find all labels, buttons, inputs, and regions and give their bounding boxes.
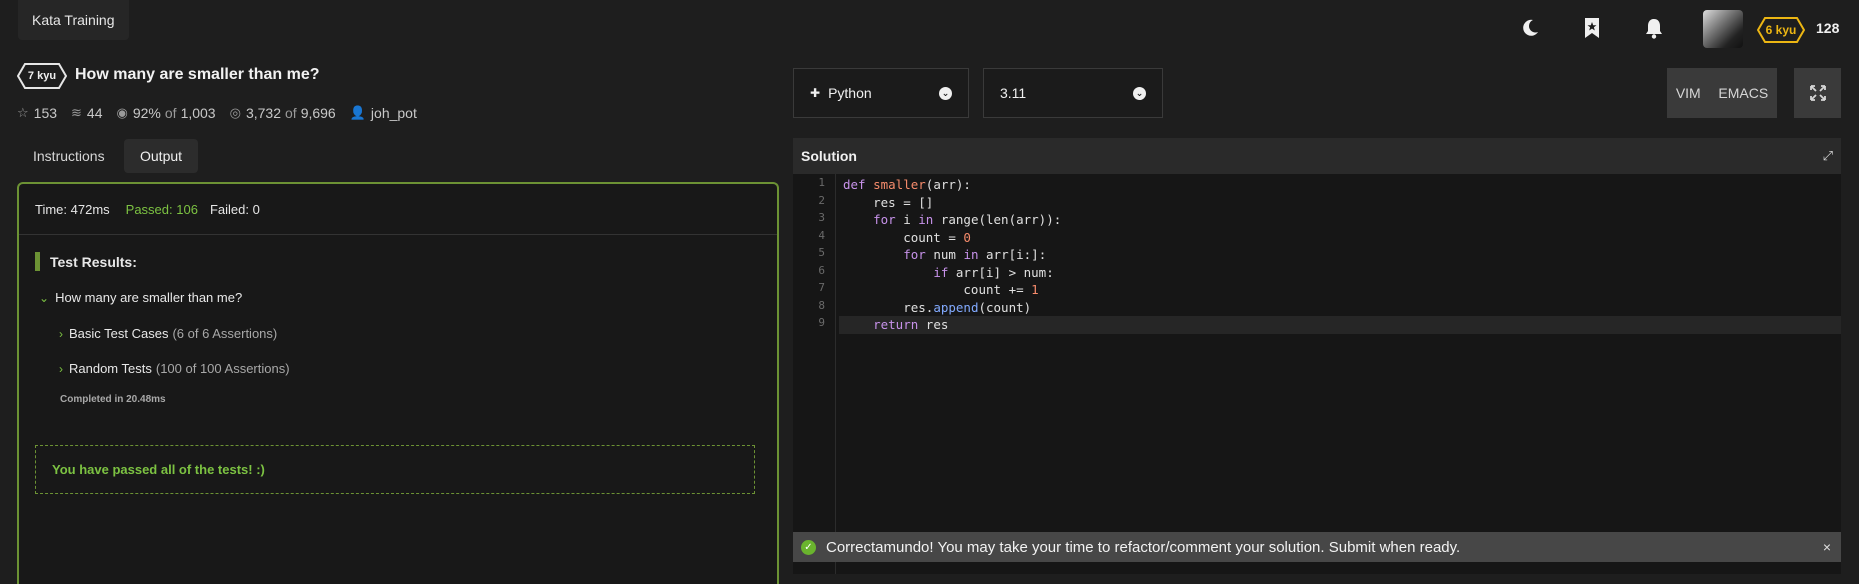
code-line[interactable]: for i in range(len(arr)): (839, 211, 1841, 229)
completed-total: 9,696 (300, 105, 336, 121)
line-gutter: 1 2 3 4 5 6 7 8 9 (793, 174, 836, 574)
tab-output[interactable]: Output (124, 139, 199, 173)
output-panel: Time: 472ms Passed: 106 Failed: 0 Test R… (17, 182, 779, 584)
pass-message: You have passed all of the tests! :) (35, 445, 755, 494)
collections-count: 44 (86, 105, 103, 121)
chevron-right-icon: › (59, 326, 63, 341)
code-line[interactable]: res.append(count) (839, 299, 1841, 317)
kata-title: How many are smaller than me? (75, 66, 320, 83)
code-line[interactable]: for num in arr[i:]: (839, 246, 1841, 264)
line-number: 7 (818, 281, 825, 294)
author-stat[interactable]: 👤 joh_pot (350, 105, 417, 121)
test-case-detail: (6 of 6 Assertions) (172, 326, 278, 341)
solution-header: Solution ⤢ (793, 138, 1841, 174)
test-group[interactable]: ⌄ How many are smaller than me? (39, 290, 242, 305)
language-select[interactable]: ✚ Python ⌄ (793, 68, 969, 118)
code-editor[interactable]: 1 2 3 4 5 6 7 8 9 def smaller(arr): res = [] for… (793, 174, 1841, 574)
results-accent-bar (35, 252, 40, 271)
eye-icon: ◉ (116, 105, 128, 120)
line-number: 9 (818, 316, 825, 329)
failed-label: Failed: 0 (209, 201, 260, 217)
test-group-label: How many are smaller than me? (55, 290, 243, 305)
chevron-down-icon: ⌄ (939, 86, 952, 100)
language-value: Python (828, 85, 872, 101)
passed-label: Passed: 106 (125, 201, 198, 217)
code-line[interactable]: count += 1 (839, 281, 1841, 299)
stars-count: 153 (33, 105, 58, 121)
line-number: 4 (818, 228, 825, 242)
line-number: 5 (818, 246, 825, 259)
time-label: Time: 472ms (35, 201, 110, 217)
line-number: 1 (818, 176, 825, 189)
expand-editor-icon[interactable]: ⤢ (1823, 148, 1833, 164)
test-case-random[interactable]: › Random Tests (100 of 100 Assertions) (59, 361, 290, 376)
emacs-mode-button[interactable]: EMACS (1718, 85, 1768, 101)
layers-icon: ≋ (71, 105, 82, 120)
completed-stat: ◎ 3,732 of 9,696 (230, 105, 336, 121)
code-line[interactable]: if arr[i] > num: (839, 264, 1841, 282)
code-line[interactable]: count = 0 (839, 229, 1841, 247)
run-stats-bar: Time: 472ms Passed: 106 Failed: 0 (19, 184, 777, 235)
line-number: 6 (818, 263, 825, 277)
bell-icon[interactable] (1640, 14, 1668, 42)
collections-stat[interactable]: ≋ 44 (71, 105, 102, 121)
satisfaction-stat: ◉ 92% of 1,003 (117, 105, 216, 121)
test-case-name: Basic Test Cases (69, 326, 169, 341)
kata-training-button[interactable]: Kata Training (18, 0, 129, 40)
kyu-badge: 7 kyu (17, 63, 67, 89)
user-icon: 👤 (349, 105, 366, 120)
chevron-down-icon: ⌄ (1133, 86, 1146, 100)
test-results-heading: Test Results: (35, 252, 137, 271)
test-case-detail: (100 of 100 Assertions) (155, 361, 290, 376)
close-icon[interactable]: × (1823, 539, 1831, 555)
author-name[interactable]: joh_pot (371, 105, 417, 121)
user-avatar[interactable] (1703, 10, 1743, 48)
chevron-down-icon: ⌄ (39, 290, 50, 305)
star-icon: ☆ (17, 105, 29, 120)
line-number: 2 (818, 193, 825, 207)
chevron-right-icon: › (59, 361, 63, 376)
kata-stats: ☆ 153 ≋ 44 ◉ 92% of 1,003 ◎ 3,732 of 9,6… (17, 105, 431, 121)
solution-title: Solution (801, 148, 857, 164)
test-case-basic[interactable]: › Basic Test Cases (6 of 6 Assertions) (59, 326, 277, 341)
satisfaction-pct: 92% (132, 105, 161, 121)
moon-icon[interactable] (1516, 14, 1544, 42)
success-toast: ✓ Correctamundo! You may take your time … (793, 532, 1841, 562)
line-number: 8 (818, 298, 825, 312)
rank-badge[interactable]: 6 kyu (1757, 17, 1805, 43)
check-circle-icon: ✓ (801, 539, 816, 555)
stars-stat[interactable]: ☆ 153 (17, 105, 57, 121)
code-line[interactable]: res = [] (839, 194, 1841, 212)
line-number: 3 (818, 211, 825, 224)
code-line[interactable]: return res (839, 316, 1841, 334)
bookmark-star-icon[interactable] (1578, 14, 1606, 42)
vim-mode-button[interactable]: VIM (1676, 85, 1701, 101)
of-label: of (285, 105, 297, 121)
satisfaction-total: 1,003 (180, 105, 216, 121)
toast-message: Correctamundo! You may take your time to… (826, 538, 1461, 556)
of-label: of (164, 105, 177, 121)
code-line[interactable]: def smaller(arr): (839, 176, 1841, 194)
expand-icon (1809, 85, 1826, 101)
results-heading-text: Test Results: (50, 253, 137, 270)
completed-count: 3,732 (245, 105, 281, 121)
version-select[interactable]: 3.11 ⌄ (983, 68, 1163, 118)
target-icon: ◎ (229, 105, 241, 120)
editor-mode-group: VIM EMACS (1667, 68, 1777, 118)
honor-score: 128 (1816, 20, 1840, 36)
completed-time: Completed in 20.48ms (60, 394, 166, 405)
python-icon: ✚ (810, 86, 821, 100)
tab-instructions[interactable]: Instructions (17, 139, 121, 173)
fullscreen-button[interactable] (1794, 68, 1841, 118)
version-value: 3.11 (1000, 85, 1027, 101)
test-case-name: Random Tests (69, 361, 152, 376)
